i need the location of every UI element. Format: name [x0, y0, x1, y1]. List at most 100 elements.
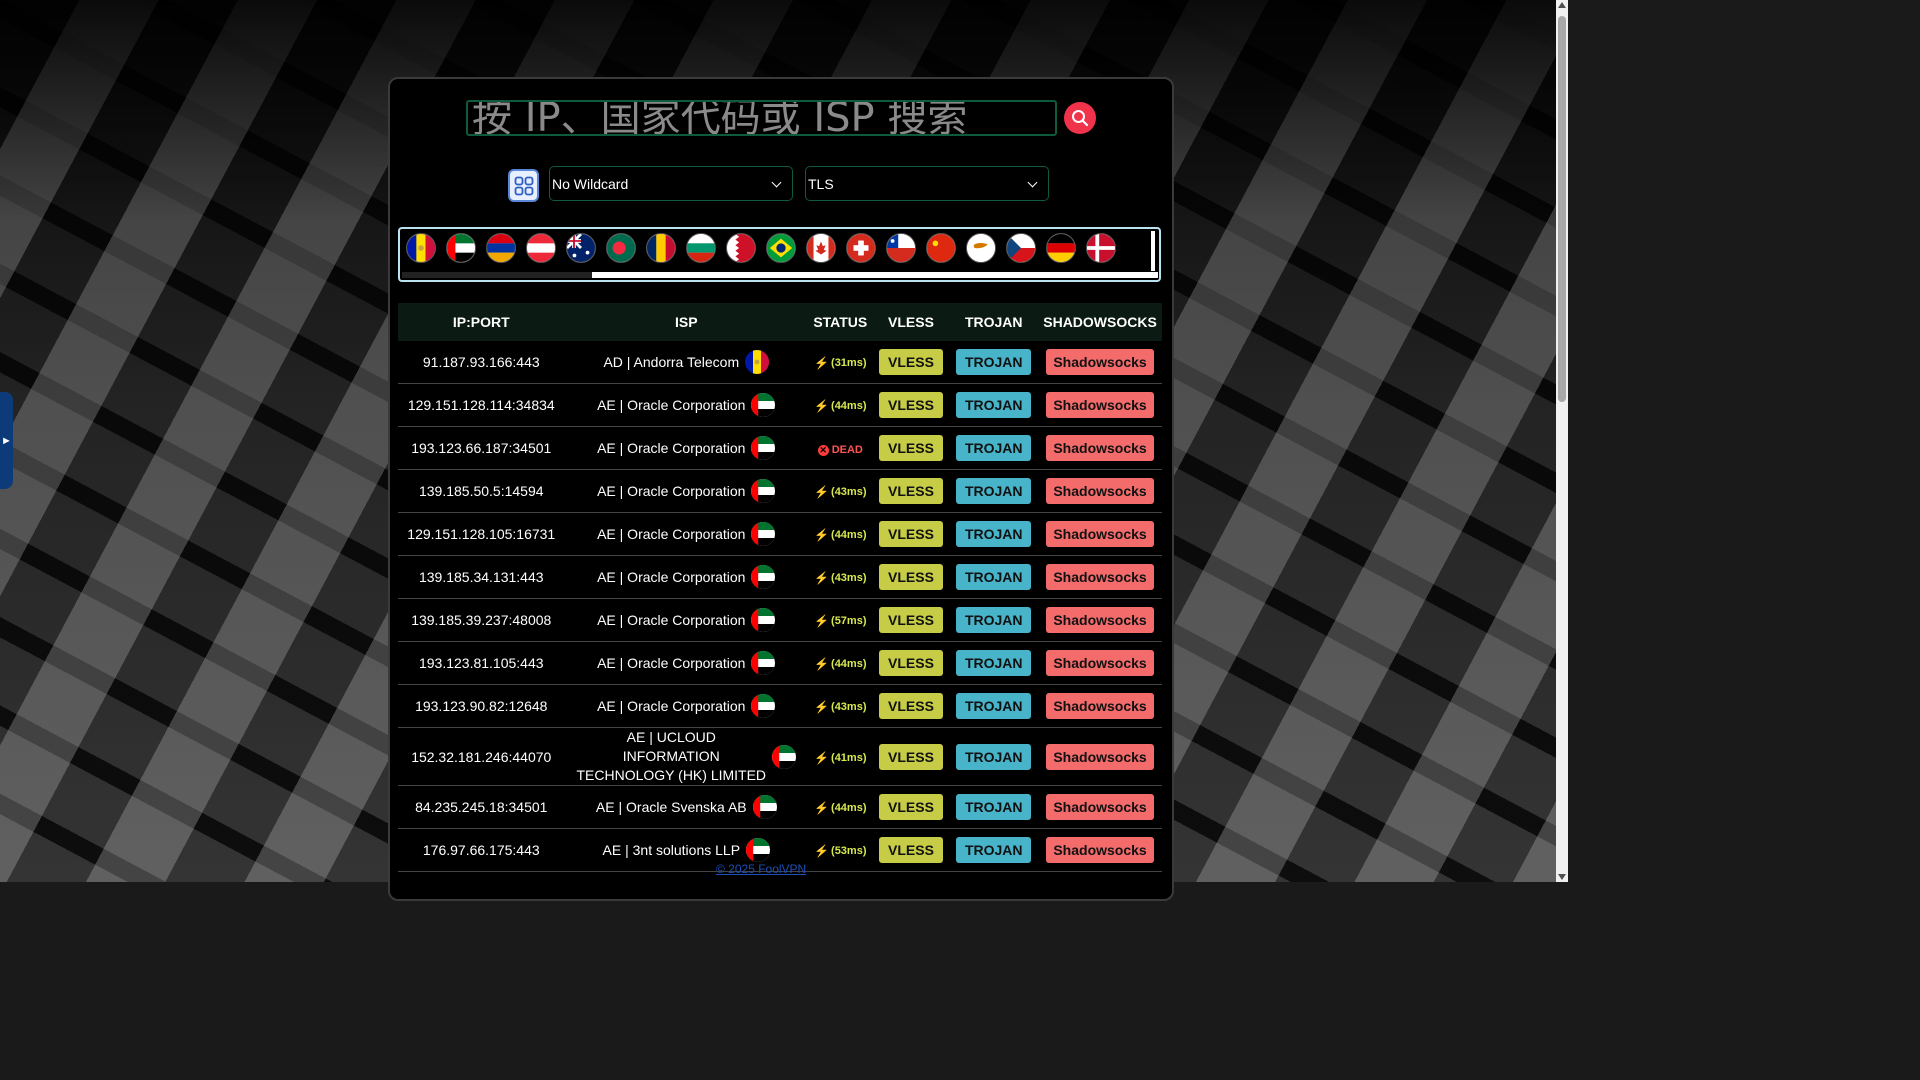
shadowsocks-button[interactable]: Shadowsocks — [1046, 478, 1155, 504]
layout-toggle-button[interactable] — [508, 169, 539, 202]
vless-button[interactable]: VLESS — [878, 435, 943, 461]
trojan-button[interactable]: TROJAN — [956, 349, 1032, 375]
country-flag-dk-icon[interactable] — [1086, 233, 1116, 263]
isp-cell: AE | Oracle Corporation — [564, 469, 809, 513]
ip-port-cell: 139.185.39.237:48008 — [398, 598, 565, 642]
country-flag-td-icon[interactable] — [646, 233, 676, 263]
status-ok-badge: ⚡ (43ms) — [814, 700, 866, 714]
scroll-up-icon[interactable] — [1558, 2, 1566, 8]
isp-cell: AE | Oracle Corporation — [564, 641, 809, 685]
status-ok-badge: ⚡ (44ms) — [814, 801, 866, 815]
status-ok-badge: ⚡ (44ms) — [814, 399, 866, 413]
wildcard-select[interactable]: No Wildcard — [549, 166, 793, 201]
column-header: TROJAN — [949, 303, 1039, 341]
country-flag-icon — [745, 350, 770, 374]
trojan-button[interactable]: TROJAN — [956, 837, 1032, 863]
vless-button[interactable]: VLESS — [878, 693, 943, 719]
trojan-button[interactable]: TROJAN — [956, 693, 1032, 719]
vless-button[interactable]: VLESS — [878, 743, 943, 770]
trojan-button[interactable]: TROJAN — [956, 435, 1032, 461]
vless-button[interactable]: VLESS — [878, 349, 943, 375]
table-row: 84.235.245.18:34501 AE | Oracle Svenska … — [398, 785, 1162, 829]
ip-port-cell: 176.97.66.175:443 — [398, 828, 565, 872]
trojan-button[interactable]: TROJAN — [956, 564, 1032, 590]
isp-cell: AE | Oracle Corporation — [564, 684, 809, 728]
trojan-button[interactable]: TROJAN — [956, 607, 1032, 633]
lightning-icon: ⚡ — [814, 750, 830, 765]
shadowsocks-button[interactable]: Shadowsocks — [1046, 743, 1155, 770]
shadowsocks-button[interactable]: Shadowsocks — [1046, 693, 1155, 719]
sidebar-toggle-tab[interactable]: ► — [0, 392, 13, 489]
country-flag-bh-icon[interactable] — [726, 233, 756, 263]
vless-button[interactable]: VLESS — [878, 478, 943, 504]
vless-button[interactable]: VLESS — [878, 607, 943, 633]
trojan-cell: TROJAN — [949, 641, 1039, 685]
status-text: DEAD — [831, 444, 863, 457]
isp-cell: AE | Oracle Corporation — [564, 383, 809, 427]
country-flag-de-icon[interactable] — [1046, 233, 1076, 263]
vless-button[interactable]: VLESS — [878, 837, 943, 863]
country-flag-am-icon[interactable] — [486, 233, 516, 263]
shadowsocks-button[interactable]: Shadowsocks — [1046, 349, 1155, 375]
status-text: (53ms) — [831, 845, 867, 857]
vless-button[interactable]: VLESS — [878, 392, 943, 418]
status-ok-badge: ⚡ (43ms) — [814, 485, 866, 499]
trojan-button[interactable]: TROJAN — [956, 478, 1032, 504]
vless-cell: VLESS — [872, 828, 950, 872]
flag-bar-scrollbar[interactable] — [402, 272, 1158, 278]
country-flag-cl-icon[interactable] — [886, 233, 916, 263]
tls-select-value: TLS — [808, 176, 834, 192]
shadowsocks-button[interactable]: Shadowsocks — [1046, 564, 1155, 590]
chevron-down-icon — [771, 177, 782, 188]
status-text: (31ms) — [831, 357, 867, 369]
country-flag-cz-icon[interactable] — [1006, 233, 1036, 263]
vless-button[interactable]: VLESS — [878, 794, 943, 820]
vless-cell: VLESS — [872, 383, 950, 427]
country-flag-ae-icon[interactable] — [446, 233, 476, 263]
isp-cell: AE | Oracle Corporation — [564, 426, 809, 470]
isp-cell: AD | Andorra Telecom — [564, 341, 809, 384]
status-text: (43ms) — [831, 701, 867, 713]
column-header: IP:PORT — [398, 303, 565, 341]
country-flag-bg-icon[interactable] — [686, 233, 716, 263]
vless-button[interactable]: VLESS — [878, 564, 943, 590]
trojan-button[interactable]: TROJAN — [956, 794, 1032, 820]
country-flag-cn-icon[interactable] — [926, 233, 956, 263]
vless-button[interactable]: VLESS — [878, 521, 943, 547]
shadowsocks-button[interactable]: Shadowsocks — [1046, 392, 1155, 418]
shadowsocks-button[interactable]: Shadowsocks — [1046, 435, 1155, 461]
scroll-down-icon[interactable] — [1558, 874, 1566, 880]
country-flag-au-icon[interactable] — [566, 233, 596, 263]
ip-port-cell: 193.123.81.105:443 — [398, 641, 565, 685]
footer-link[interactable]: © 2025 FoolVPN — [716, 862, 806, 876]
isp-cell: AE | Oracle Corporation — [564, 512, 809, 556]
country-flag-bd-icon[interactable] — [606, 233, 636, 263]
trojan-button[interactable]: TROJAN — [956, 392, 1032, 418]
play-arrow-icon: ► — [1, 434, 12, 447]
status-cell: ⚡ (57ms) — [808, 598, 873, 642]
search-input[interactable] — [466, 100, 1057, 136]
country-flag-br-icon[interactable] — [766, 233, 796, 263]
vless-button[interactable]: VLESS — [878, 650, 943, 676]
country-flag-ca-icon[interactable] — [806, 233, 836, 263]
shadowsocks-button[interactable]: Shadowsocks — [1046, 521, 1155, 547]
page-scrollbar[interactable] — [1556, 0, 1568, 882]
shadowsocks-button[interactable]: Shadowsocks — [1046, 650, 1155, 676]
ip-port-cell: 129.151.128.114:34834 — [398, 383, 565, 427]
ip-port-cell: 84.235.245.18:34501 — [398, 785, 565, 829]
country-flag-ad-icon[interactable] — [406, 233, 436, 263]
trojan-button[interactable]: TROJAN — [956, 521, 1032, 547]
shadowsocks-button[interactable]: Shadowsocks — [1046, 837, 1155, 863]
shadowsocks-button[interactable]: Shadowsocks — [1046, 794, 1155, 820]
country-flag-ch-icon[interactable] — [846, 233, 876, 263]
trojan-button[interactable]: TROJAN — [956, 650, 1032, 676]
country-flag-at-icon[interactable] — [526, 233, 556, 263]
search-icon — [1072, 110, 1089, 127]
trojan-button[interactable]: TROJAN — [956, 743, 1032, 770]
country-flag-cy-icon[interactable] — [966, 233, 996, 263]
shadowsocks-button[interactable]: Shadowsocks — [1046, 607, 1155, 633]
scrollbar-thumb[interactable] — [1558, 16, 1566, 402]
vless-cell: VLESS — [872, 469, 950, 513]
tls-select[interactable]: TLS — [805, 166, 1049, 201]
search-button[interactable] — [1064, 102, 1096, 134]
